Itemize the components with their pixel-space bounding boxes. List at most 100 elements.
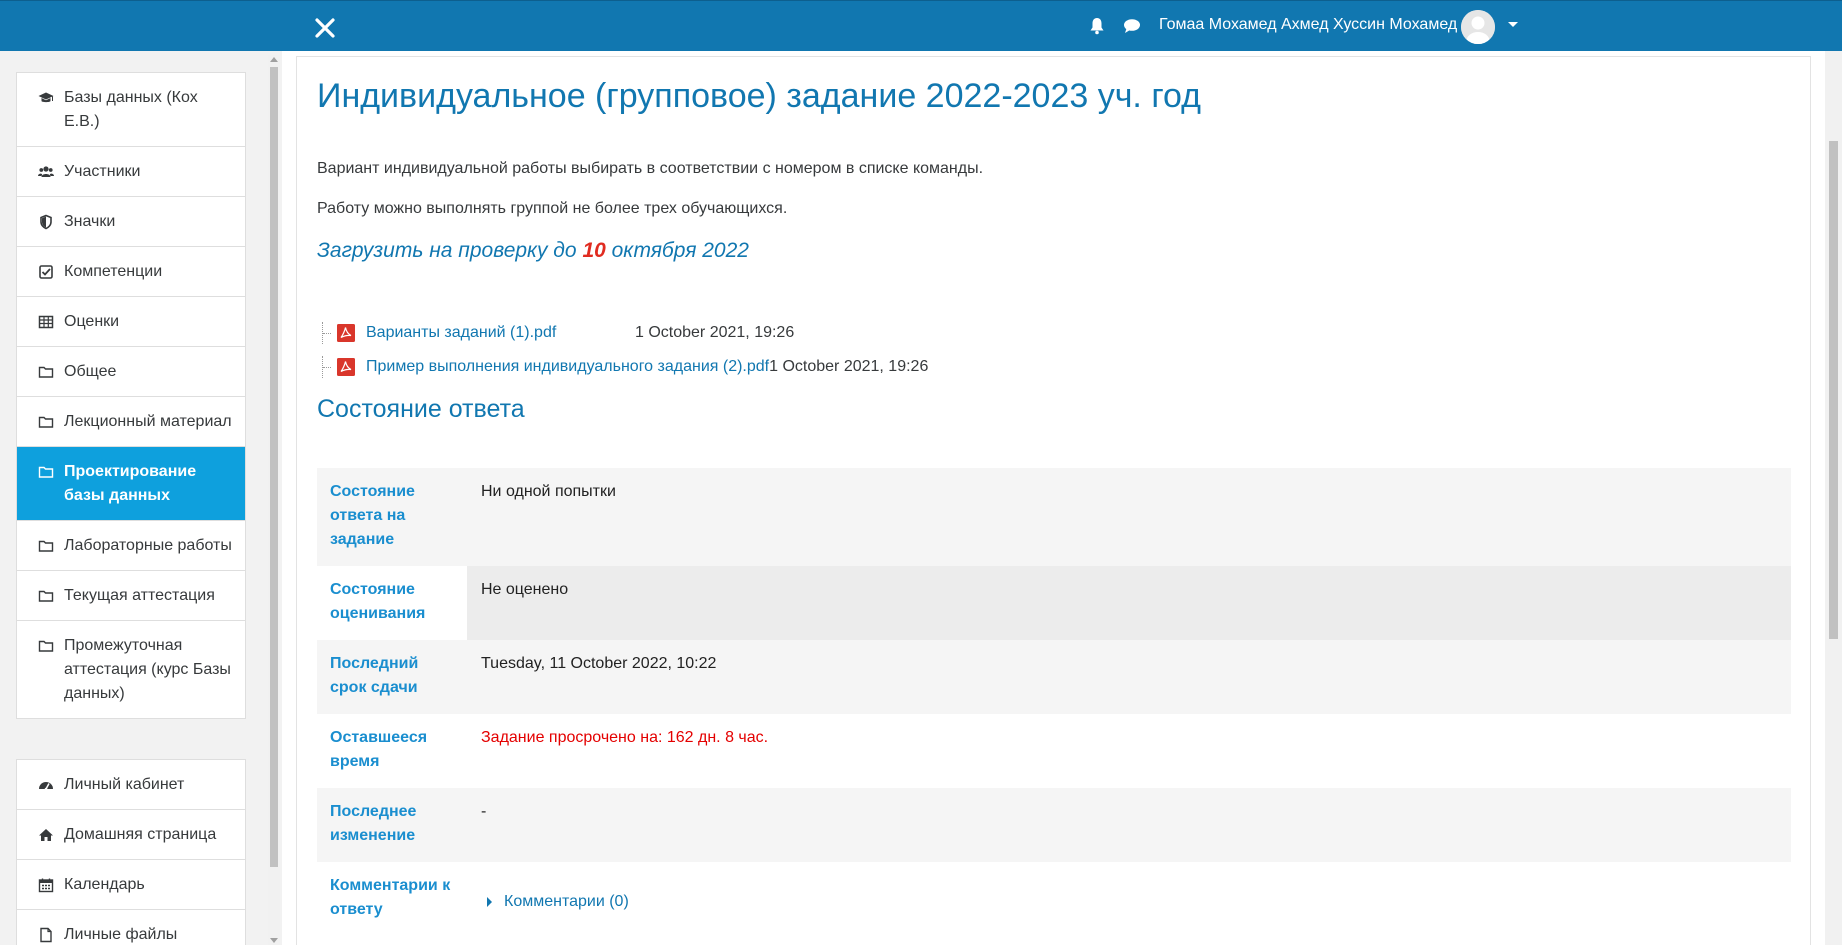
sidebar-item-label: Общее bbox=[64, 363, 117, 380]
row-value: Tuesday, 11 October 2022, 10:22 bbox=[481, 655, 717, 672]
table-row: Оставшееся время Задание просрочено на: … bbox=[317, 714, 1791, 788]
row-value: Комментарии (0) bbox=[467, 862, 1791, 936]
sidebar-scrollbar-thumb[interactable] bbox=[270, 67, 278, 867]
calendar-icon bbox=[37, 873, 55, 897]
folder-icon bbox=[37, 410, 55, 434]
chat-icon[interactable] bbox=[1123, 18, 1141, 34]
sidebar-item-intermediate-attestation[interactable]: Промежуточная аттестация (курс Базы данн… bbox=[17, 621, 245, 718]
row-label: Комментарии к ответу bbox=[330, 877, 451, 918]
file-date: 1 October 2021, 19:26 bbox=[769, 358, 929, 375]
pdf-icon bbox=[336, 357, 356, 377]
folder-icon bbox=[37, 634, 55, 658]
scroll-up-icon[interactable] bbox=[270, 57, 278, 62]
sidebar-item-course[interactable]: Базы данных (Кох Е.В.) bbox=[17, 73, 245, 147]
sidebar-item-calendar[interactable]: Календарь bbox=[17, 860, 245, 910]
row-value: Не оценено bbox=[467, 566, 1791, 640]
submission-status-heading: Состояние ответа bbox=[317, 395, 525, 423]
file-tree-item: Пример выполнения индивидуального задани… bbox=[322, 354, 928, 380]
sidebar-item-label: Участники bbox=[64, 163, 141, 180]
row-label: Состояние ответа на задание bbox=[330, 483, 415, 548]
sidebar-item-home[interactable]: Домашняя страница bbox=[17, 810, 245, 860]
sidebar-item-lectures[interactable]: Лекционный материал bbox=[17, 397, 245, 447]
home-icon bbox=[37, 823, 55, 847]
course-navigation: Базы данных (Кох Е.В.) Участники Значки … bbox=[16, 72, 246, 719]
users-icon bbox=[37, 160, 55, 184]
file-tree-item: Варианты заданий (1).pdf 1 October 2021,… bbox=[322, 320, 794, 346]
sidebar-item-label: Базы данных (Кох Е.В.) bbox=[64, 89, 198, 130]
overdue-value: Задание просрочено на: 162 дн. 8 час. bbox=[481, 729, 769, 746]
deadline-prefix: Загрузить на проверку до bbox=[317, 239, 583, 262]
site-navigation: Личный кабинет Домашняя страница Календа… bbox=[16, 759, 246, 945]
deadline-day: 10 bbox=[582, 239, 606, 262]
user-avatar-icon[interactable] bbox=[1461, 10, 1495, 44]
dashboard-icon bbox=[37, 773, 55, 797]
sidebar-item-label: Лекционный материал bbox=[64, 413, 232, 430]
page-scrollbar-thumb[interactable] bbox=[1829, 141, 1838, 639]
scroll-down-icon[interactable] bbox=[270, 938, 278, 943]
row-value: - bbox=[481, 803, 487, 820]
sidebar-item-label: Личные файлы bbox=[64, 926, 178, 943]
table-row: Комментарии к ответу Комментарии (0) bbox=[317, 862, 1791, 936]
row-label: Последний срок сдачи bbox=[330, 655, 419, 696]
folder-icon bbox=[37, 460, 55, 484]
sidebar-item-label: Проектирование базы данных bbox=[64, 463, 197, 504]
folder-icon bbox=[37, 584, 55, 608]
comments-label: Комментарии (0) bbox=[504, 893, 629, 910]
sidebar-item-badges[interactable]: Значки bbox=[17, 197, 245, 247]
intro-text: Вариант индивидуальной работы выбирать в… bbox=[317, 160, 984, 177]
file-date: 1 October 2021, 19:26 bbox=[635, 324, 795, 341]
user-name[interactable]: Гомаа Мохамед Ахмед Хуссин Мохамед bbox=[1159, 16, 1457, 34]
sidebar-item-participants[interactable]: Участники bbox=[17, 147, 245, 197]
sidebar-item-grades[interactable]: Оценки bbox=[17, 297, 245, 347]
tree-connector bbox=[322, 322, 334, 344]
table-row: Последний срок сдачи Tuesday, 11 October… bbox=[317, 640, 1791, 714]
bell-icon[interactable] bbox=[1089, 17, 1105, 35]
deadline-suffix: октября 2022 bbox=[605, 239, 749, 262]
sidebar-item-dashboard[interactable]: Личный кабинет bbox=[17, 760, 245, 810]
table-row: Состояние ответа на задание Ни одной поп… bbox=[317, 468, 1791, 566]
pdf-icon bbox=[336, 323, 356, 343]
row-value: Ни одной попытки bbox=[481, 483, 616, 500]
folder-icon bbox=[37, 534, 55, 558]
sidebar-item-label: Календарь bbox=[64, 876, 145, 893]
sidebar-item-label: Промежуточная аттестация (курс Базы данн… bbox=[64, 637, 231, 702]
table-row: Состояние оценивания Не оценено bbox=[317, 566, 1791, 640]
row-label: Состояние оценивания bbox=[330, 581, 426, 622]
intro-text: Работу можно выполнять группой не более … bbox=[317, 200, 788, 217]
sidebar-item-competencies[interactable]: Компетенции bbox=[17, 247, 245, 297]
sidebar-item-general[interactable]: Общее bbox=[17, 347, 245, 397]
sidebar-item-labs[interactable]: Лабораторные работы bbox=[17, 521, 245, 571]
caret-down-icon[interactable] bbox=[1508, 22, 1518, 27]
page-title: Индивидуальное (групповое) задание 2022-… bbox=[317, 77, 1201, 115]
sidebar-item-label: Оценки bbox=[64, 313, 120, 330]
deadline-note: Загрузить на проверку до 10 октября 2022 bbox=[317, 239, 749, 263]
sidebar-item-label: Текущая аттестация bbox=[64, 587, 215, 604]
tree-connector bbox=[322, 356, 334, 378]
shield-icon bbox=[37, 210, 55, 234]
sidebar-scrollbar[interactable] bbox=[268, 55, 280, 945]
file-link[interactable]: Варианты заданий (1).pdf bbox=[366, 324, 556, 342]
sidebar-item-current-attestation[interactable]: Текущая аттестация bbox=[17, 571, 245, 621]
sidebar-item-private-files[interactable]: Личные файлы bbox=[17, 910, 245, 945]
folder-icon bbox=[37, 360, 55, 384]
checkbox-icon bbox=[37, 260, 55, 284]
submission-status-table: Состояние ответа на задание Ни одной поп… bbox=[317, 468, 1791, 936]
sidebar-item-label: Личный кабинет bbox=[64, 776, 185, 793]
sidebar-item-label: Домашняя страница bbox=[64, 826, 217, 843]
sidebar-item-label: Значки bbox=[64, 213, 116, 230]
row-label: Последнее изменение bbox=[330, 803, 417, 844]
caret-right-icon bbox=[487, 897, 492, 907]
table-row: Последнее изменение - bbox=[317, 788, 1791, 862]
close-icon[interactable] bbox=[311, 14, 339, 42]
sidebar-item-db-design[interactable]: Проектирование базы данных bbox=[17, 447, 245, 521]
row-label: Оставшееся время bbox=[330, 729, 428, 770]
file-icon bbox=[37, 923, 55, 945]
comments-toggle[interactable]: Комментарии (0) bbox=[481, 890, 629, 914]
sidebar-item-label: Компетенции bbox=[64, 263, 163, 280]
sidebar-item-label: Лабораторные работы bbox=[64, 537, 232, 554]
table-icon bbox=[37, 310, 55, 334]
top-navbar: Гомаа Мохамед Ахмед Хуссин Мохамед bbox=[0, 0, 1842, 51]
page-scrollbar[interactable] bbox=[1825, 51, 1842, 945]
graduation-cap-icon bbox=[37, 86, 55, 110]
file-link[interactable]: Пример выполнения индивидуального задани… bbox=[366, 358, 769, 376]
